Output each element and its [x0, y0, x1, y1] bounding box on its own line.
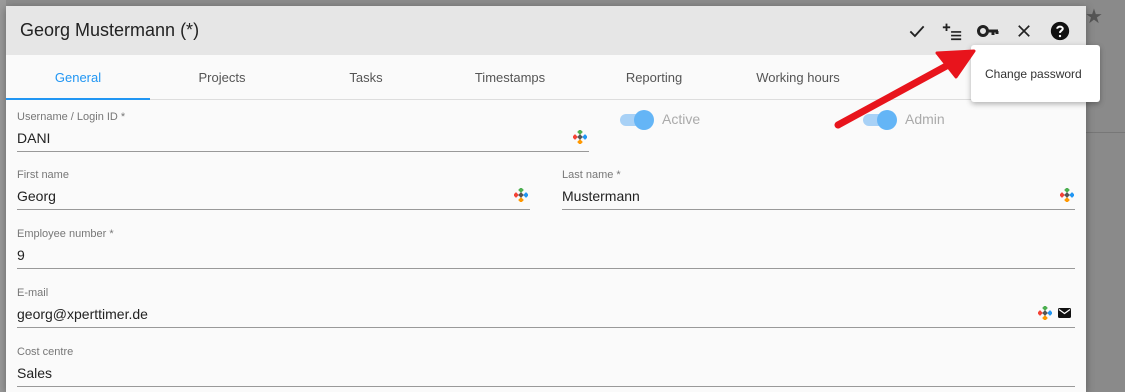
username-field[interactable]: Username / Login ID * DANI	[17, 111, 589, 152]
add-list-icon	[942, 23, 962, 41]
active-toggle-label: Active	[662, 111, 701, 127]
check-icon	[909, 25, 925, 38]
employee-number-value: 9	[17, 247, 25, 263]
active-toggle-knob	[634, 110, 654, 130]
last-name-field[interactable]: Last name * Mustermann	[562, 169, 1075, 210]
bookmark-star-icon: ★	[1085, 6, 1103, 28]
dialog-title: Georg Mustermann (*)	[20, 20, 200, 40]
first-name-value: Georg	[17, 188, 56, 204]
tab-tasks[interactable]: Tasks	[294, 55, 438, 99]
cost-centre-label: Cost centre	[17, 346, 74, 358]
change-password-tooltip: Change password	[971, 45, 1100, 102]
tooltip-text: Change password	[985, 67, 1082, 81]
first-name-label: First name	[17, 169, 69, 181]
admin-toggle-label: Admin	[905, 111, 945, 127]
tab-working-hours[interactable]: Working hours	[726, 55, 870, 99]
last-name-value: Mustermann	[562, 188, 640, 204]
tab-projects[interactable]: Projects	[150, 55, 294, 99]
email-field[interactable]: E-mail georg@xperttimer.de	[17, 287, 1075, 328]
email-value: georg@xperttimer.de	[17, 306, 148, 322]
active-toggle[interactable]: Active	[620, 110, 740, 130]
first-name-field[interactable]: First name Georg	[17, 169, 530, 210]
username-value: DANI	[17, 130, 51, 146]
cost-centre-value: Sales	[17, 365, 53, 381]
key-icon	[977, 25, 999, 37]
change-password-button[interactable]	[975, 18, 1001, 44]
envelope-icon[interactable]	[1058, 307, 1071, 319]
tab-timestamps[interactable]: Timestamps	[438, 55, 582, 99]
multicolor-pin-icon[interactable]	[573, 130, 587, 144]
multicolor-pin-icon[interactable]	[514, 188, 528, 202]
help-button[interactable]	[1047, 18, 1073, 44]
user-edit-dialog: Georg Mustermann (*) General Projects Ta…	[6, 6, 1086, 392]
tab-general[interactable]: General	[6, 55, 150, 100]
save-button[interactable]	[904, 18, 930, 44]
admin-toggle[interactable]: Admin	[863, 110, 983, 130]
cost-centre-field[interactable]: Cost centre Sales	[17, 346, 1075, 387]
tab-bar: General Projects Tasks Timestamps Report…	[6, 55, 1086, 100]
username-label: Username / Login ID *	[17, 111, 126, 123]
multicolor-pin-icon[interactable]	[1060, 188, 1074, 202]
multicolor-pin-icon[interactable]	[1038, 306, 1052, 320]
dialog-header: Georg Mustermann (*)	[6, 6, 1086, 55]
employee-number-label: Employee number *	[17, 228, 114, 240]
tab-reporting[interactable]: Reporting	[582, 55, 726, 99]
email-label: E-mail	[17, 287, 49, 299]
admin-toggle-knob	[877, 110, 897, 130]
close-icon	[1018, 25, 1030, 37]
add-list-button[interactable]	[939, 18, 965, 44]
employee-number-field[interactable]: Employee number * 9	[17, 228, 1075, 269]
help-icon	[1050, 21, 1070, 41]
close-button[interactable]	[1011, 18, 1037, 44]
last-name-label: Last name *	[562, 169, 621, 181]
